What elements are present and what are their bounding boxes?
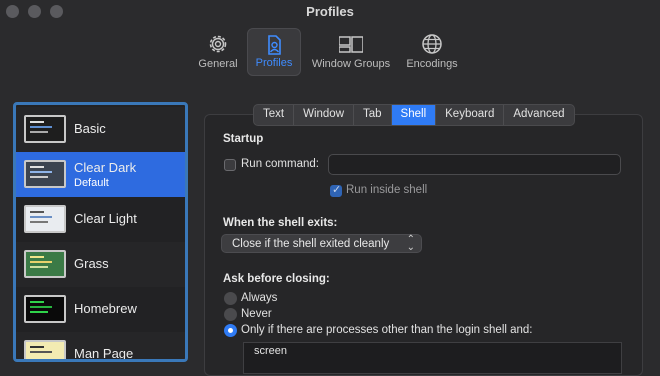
profile-name: Clear Dark — [74, 160, 137, 175]
tab-advanced[interactable]: Advanced — [504, 105, 573, 125]
default-badge: Default — [74, 177, 109, 189]
chevron-up-down-icon: ⌃ ⌄ — [406, 234, 415, 253]
profile-item-grass[interactable]: Grass — [16, 242, 185, 287]
toolbar-profiles[interactable]: Profiles — [247, 28, 301, 76]
run-command-checkbox[interactable] — [224, 159, 236, 171]
toolbar-general[interactable]: General — [194, 28, 242, 76]
tab-window[interactable]: Window — [294, 105, 354, 125]
profile-thumbnail — [24, 115, 66, 143]
startup-heading: Startup — [223, 133, 264, 145]
profile-item-clear-dark[interactable]: Clear Dark Default — [16, 152, 185, 197]
profile-name: Man Page — [74, 346, 134, 361]
profile-name: Grass — [74, 256, 109, 271]
ask-always-label: Always — [241, 292, 278, 304]
settings-tab-bar: Text Window Tab Shell Keyboard Advanced — [253, 104, 575, 126]
shell-exit-popup[interactable]: Close if the shell exited cleanly ⌃ ⌄ — [221, 234, 422, 253]
run-inside-shell-label: Run inside shell — [346, 184, 428, 196]
ask-only-if-processes-radio[interactable] — [224, 324, 237, 337]
profile-thumbnail — [24, 295, 66, 323]
toolbar-general-label: General — [198, 58, 238, 70]
window-title: Profiles — [306, 4, 354, 19]
profile-list[interactable]: Basic Clear Dark Default Clear Light Gra… — [13, 102, 188, 362]
gear-icon — [209, 35, 227, 53]
ask-never-radio[interactable] — [224, 308, 237, 321]
profile-item-clear-light[interactable]: Clear Light — [16, 197, 185, 242]
profile-document-icon — [268, 35, 281, 55]
window-groups-icon — [339, 36, 363, 53]
ask-before-closing-heading: Ask before closing: — [223, 273, 330, 285]
ask-always-radio[interactable] — [224, 292, 237, 305]
toolbar-encodings-label: Encodings — [406, 58, 458, 70]
toolbar-encodings[interactable]: Encodings — [401, 28, 463, 76]
ask-only-if-processes-label: Only if there are processes other than t… — [241, 324, 533, 336]
profile-name: Homebrew — [74, 301, 137, 316]
toolbar-profiles-label: Profiles — [255, 57, 293, 69]
ask-never-label: Never — [241, 308, 272, 320]
tab-shell[interactable]: Shell — [391, 105, 437, 125]
run-command-label: Run command: — [241, 158, 319, 170]
process-list[interactable]: screen — [243, 342, 622, 374]
profile-thumbnail — [24, 205, 66, 233]
shell-exit-heading: When the shell exits: — [223, 217, 338, 229]
tab-tab[interactable]: Tab — [354, 105, 392, 125]
shell-exit-value: Close if the shell exited cleanly — [232, 238, 390, 250]
profile-item-homebrew[interactable]: Homebrew — [16, 287, 185, 332]
globe-icon — [422, 34, 442, 54]
tab-text[interactable]: Text — [254, 105, 295, 125]
toolbar-window-groups-label: Window Groups — [311, 58, 391, 70]
profile-item-basic[interactable]: Basic — [16, 107, 185, 152]
process-list-item[interactable]: screen — [254, 345, 287, 357]
toolbar-window-groups[interactable]: Window Groups — [306, 28, 396, 76]
profile-thumbnail — [24, 160, 66, 188]
profile-name: Basic — [74, 121, 106, 136]
tab-keyboard[interactable]: Keyboard — [436, 105, 505, 125]
run-inside-shell-checkbox[interactable] — [330, 183, 342, 197]
profile-thumbnail — [24, 250, 66, 278]
profile-thumbnail — [24, 340, 66, 359]
profile-name: Clear Light — [74, 211, 137, 226]
run-command-input[interactable] — [328, 154, 621, 175]
profile-item-man-page[interactable]: Man Page — [16, 332, 185, 361]
